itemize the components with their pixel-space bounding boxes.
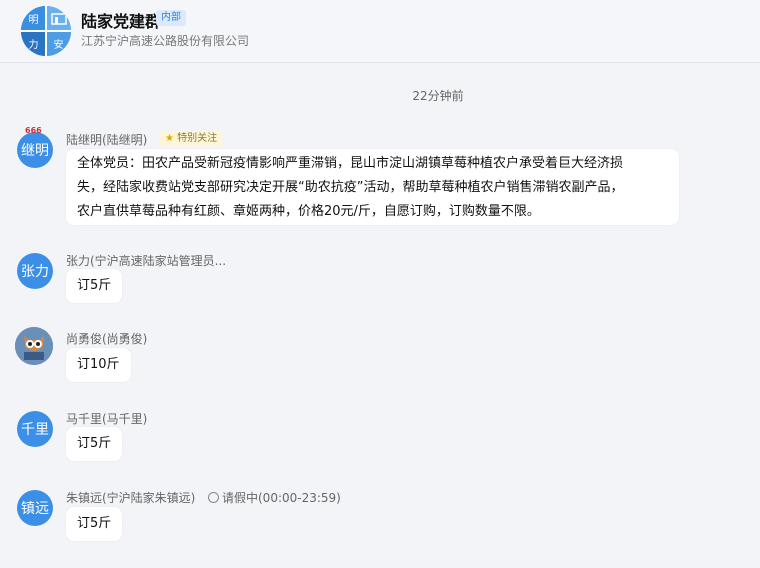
group-avatar-tile: 明 (21, 6, 46, 31)
avatar[interactable]: 镇远 (17, 490, 53, 526)
star-icon: ★ (165, 133, 174, 144)
sender-name[interactable]: 张力(宁沪高速陆家站管理员... (66, 252, 226, 269)
avatar-badge: 666 (25, 126, 42, 135)
group-avatar-tile: 安 (46, 31, 71, 56)
message-bubble[interactable]: 订10斤 订5斤 (66, 269, 123, 303)
avatar[interactable] (15, 327, 53, 365)
message-text: 订10斤 (77, 357, 120, 372)
leave-status: 请假中(00:00-23:59) (208, 489, 341, 506)
avatar-text: 千里 (21, 422, 49, 438)
avatar[interactable]: 张力 (17, 253, 53, 289)
message-text: 订5斤 (77, 436, 112, 451)
message-bubble[interactable]: 订5斤 (66, 507, 123, 541)
avatar-text: 镇远 (21, 501, 49, 517)
avatar-divider (21, 30, 71, 32)
group-name[interactable]: 陆家党建群 (81, 8, 161, 32)
message-text: 订5斤 (77, 278, 112, 293)
sender-name[interactable]: 马千里(马千里) (66, 410, 147, 427)
avatar[interactable]: 继明 666 (17, 126, 53, 168)
message-line: 全体党员：田农产品受新冠疫情影响严重滞销，昆山市淀山湖镇草莓种植农户承受着巨大经… (77, 156, 624, 171)
avatar-text: 张力 (21, 264, 49, 280)
message-bubble[interactable]: 订5斤 (66, 427, 123, 461)
avatar[interactable]: 千里 (17, 411, 53, 447)
group-avatar-tile: 力 (21, 31, 46, 56)
internal-badge: 内部 (156, 10, 186, 26)
timestamp-text: 22分钟前 (412, 89, 464, 103)
group-company: 江苏宁沪高速公路股份有限公司 (81, 34, 250, 48)
building-icon (50, 12, 67, 25)
message-bubble[interactable]: 全体党员：田农产品受新冠疫情影响严重滞销，昆山市淀山湖镇草莓种植农户承受着巨大经… (66, 149, 679, 225)
special-follow-label: 特别关注 (177, 133, 218, 144)
chat-header: 明 力 安 陆家党建群 内部 江苏宁沪高速公路股份有限公司 (0, 0, 760, 63)
sender-name[interactable]: 朱镇远(宁沪陆家朱镇远) (66, 489, 195, 506)
owl-icon (15, 327, 53, 365)
sender-name[interactable]: 陆继明(陆继明) (66, 131, 147, 148)
message-text: 订5斤 (77, 516, 112, 531)
group-avatar[interactable]: 明 力 安 (21, 6, 71, 56)
clock-icon (208, 492, 219, 503)
message-bubble[interactable]: 订10斤 (66, 348, 131, 382)
leave-status-text: 请假中(00:00-23:59) (222, 491, 341, 505)
avatar-text: 继明 (21, 143, 49, 159)
group-avatar-tile (46, 6, 71, 31)
special-follow-tag: ★ 特别关注 (160, 131, 223, 146)
sender-name[interactable]: 尚勇俊(尚勇俊) (66, 330, 147, 347)
message-line: 失，经陆家收费站党支部研究决定开展“助农抗疫”活动，帮助草莓种植农户销售滞销农副… (77, 180, 624, 195)
message-timestamp: 22分钟前 (0, 87, 760, 104)
message-line: 农户直供草莓品种有红颜、章姬两种，价格20元/斤，自愿订购，订购数量不限。 (77, 204, 540, 219)
